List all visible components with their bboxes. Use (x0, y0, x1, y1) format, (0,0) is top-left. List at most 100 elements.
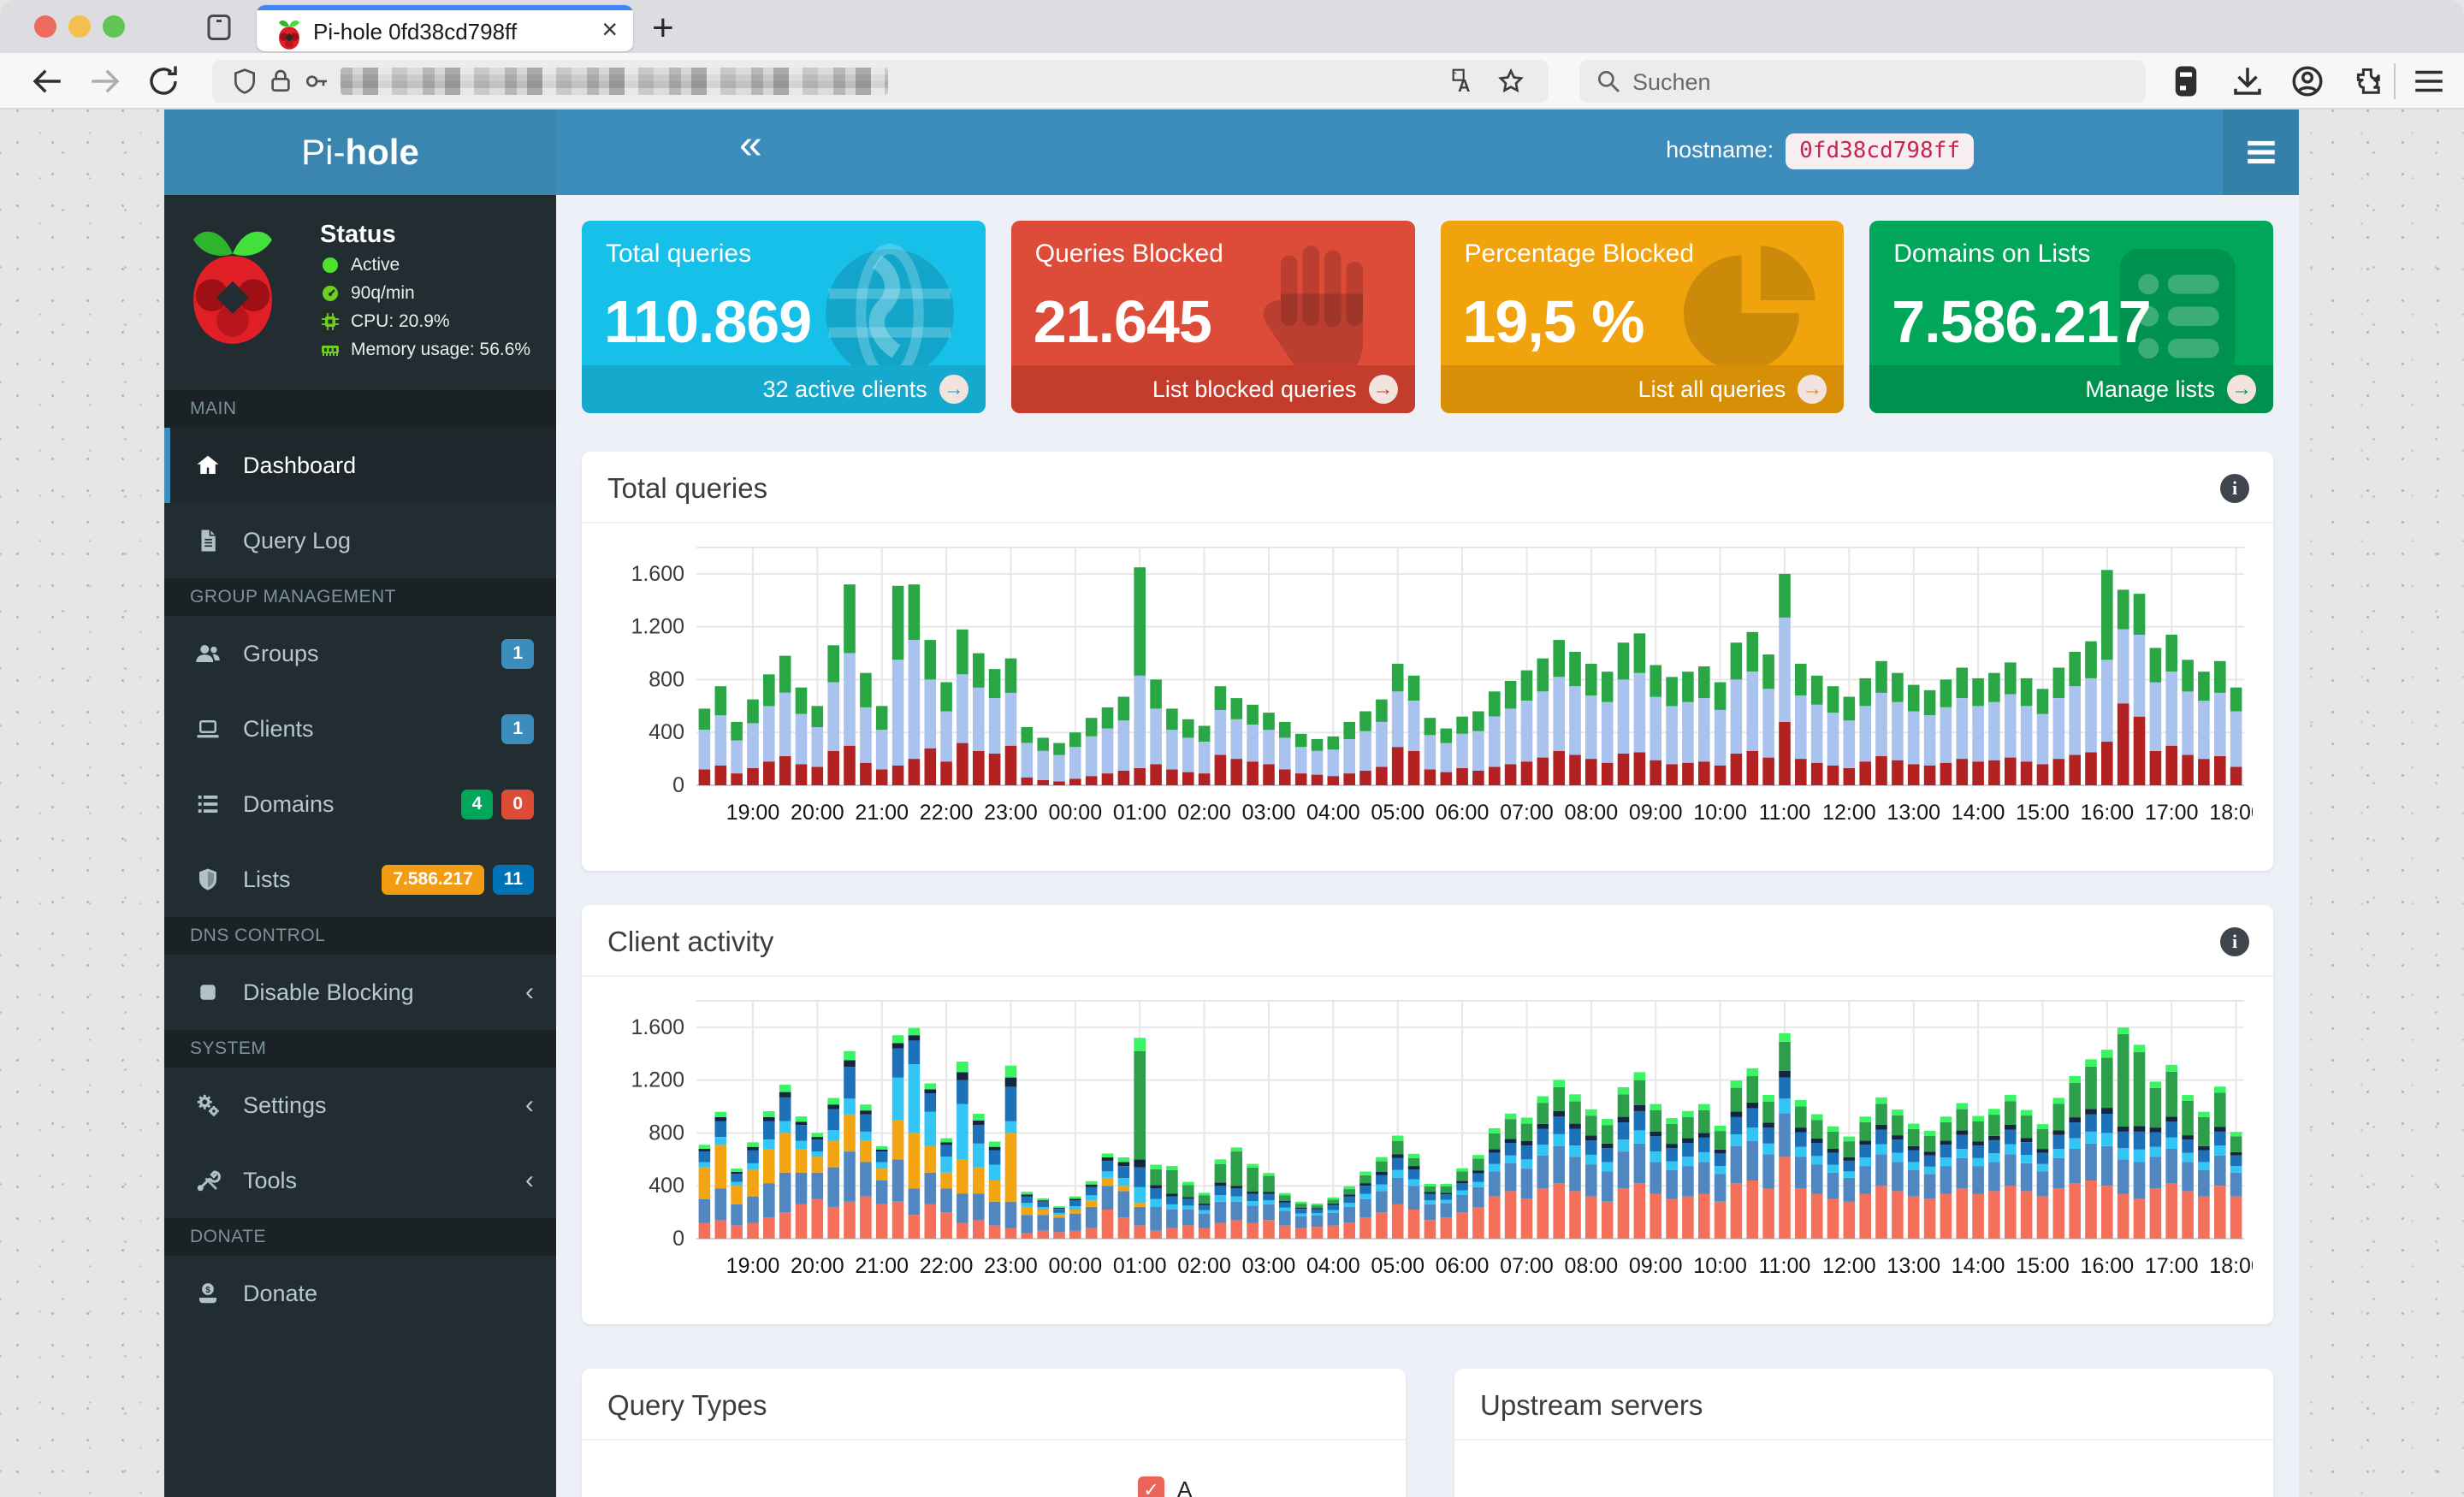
sidebar-item-groups[interactable]: Groups 1 (164, 616, 556, 691)
svg-text:11:00: 11:00 (1759, 1254, 1811, 1278)
tab-close-icon[interactable]: × (601, 14, 618, 45)
card-footer-link[interactable]: List blocked queries → (1010, 365, 1415, 413)
sidebar-item-label: Lists (243, 866, 291, 892)
status-row-active: Active (320, 255, 400, 275)
url-bar[interactable]: ` A (212, 60, 1549, 103)
sidebar-item-label: Settings (243, 1092, 327, 1118)
sidebar-item-settings[interactable]: Settings ‹ (164, 1068, 556, 1143)
sidebar-item-donate[interactable]: $ Donate (164, 1256, 556, 1331)
card-title: Percentage Blocked (1464, 240, 1695, 268)
info-icon[interactable]: i (2220, 927, 2249, 956)
status-label: 90q/min (351, 283, 415, 303)
app-menu-button[interactable] (2223, 109, 2299, 195)
card-title: Domains on Lists (1893, 240, 2091, 268)
panel-title: Total queries (607, 472, 768, 504)
svg-text:03:00: 03:00 (1242, 1254, 1296, 1278)
tab-title: Pi-hole 0fd38cd798ff (313, 19, 518, 44)
svg-text:14:00: 14:00 (1952, 1254, 2005, 1278)
sidebar-item-domains[interactable]: Domains 4 0 (164, 766, 556, 842)
reload-icon[interactable] (145, 63, 181, 99)
card-footer-label: List blocked queries (1152, 376, 1357, 402)
key-icon[interactable] (303, 68, 330, 95)
lock-icon[interactable] (267, 68, 294, 95)
card-total-queries: Total queries 110.869 32 active clients → (582, 221, 986, 413)
svg-text:12:00: 12:00 (1822, 801, 1876, 825)
translate-icon[interactable]: ` A (1451, 68, 1478, 96)
new-tab-button[interactable]: + (652, 7, 674, 50)
svg-text:09:00: 09:00 (1629, 801, 1683, 825)
downloads-icon[interactable] (2230, 63, 2266, 99)
status-label: Active (351, 255, 400, 275)
svg-text:16:00: 16:00 (2081, 801, 2135, 825)
client-activity-chart-area: 1.600 1.200 800 400 0 19:00 20:00 21:00 22:00 23:… (582, 977, 2273, 1292)
gears-icon (195, 1092, 221, 1118)
tracking-shield-icon[interactable] (231, 68, 258, 95)
sidebar-collapse-icon[interactable]: « (739, 121, 762, 169)
account-icon[interactable] (2289, 63, 2325, 99)
browser-tab[interactable]: Pi-hole 0fd38cd798ff × (257, 5, 633, 51)
card-footer-link[interactable]: Manage lists → (1869, 365, 2273, 413)
sidebar-nav: MAIN Dashboard Query Log GROUP MANAGEMENT Gr… (164, 390, 556, 1497)
close-window-button[interactable] (34, 15, 56, 38)
svg-text:05:00: 05:00 (1371, 801, 1424, 825)
toolbar-divider (2394, 63, 2396, 99)
shield-icon (195, 867, 221, 892)
legend-checkbox[interactable]: ✓ (1138, 1476, 1164, 1497)
search-field[interactable]: Suchen (1579, 60, 2146, 103)
panel-title: Client activity (607, 926, 774, 957)
brand-logo[interactable]: Pi-hole (164, 109, 556, 195)
svg-text:22:00: 22:00 (920, 1254, 974, 1278)
sidebar-item-query-log[interactable]: Query Log (164, 503, 556, 578)
forward-icon[interactable] (87, 63, 123, 99)
url-redacted (341, 68, 888, 95)
query-types-legend: ✓ A (1138, 1476, 1406, 1497)
sidebar-item-tools[interactable]: Tools ‹ (164, 1143, 556, 1218)
card-footer-link[interactable]: 32 active clients → (582, 365, 986, 413)
browser-chrome: Pi-hole 0fd38cd798ff × + ` A Suchen (0, 0, 2464, 109)
section-header-group-management: GROUP MANAGEMENT (164, 578, 556, 616)
main-content: Total queries 110.869 32 active clients → Qu… (556, 195, 2299, 1497)
svg-text:02:00: 02:00 (1177, 1254, 1231, 1278)
sidebar-item-label: Query Log (243, 527, 352, 553)
svg-text:13:00: 13:00 (1886, 1254, 1940, 1278)
card-queries-blocked: Queries Blocked 21.645 List blocked querie… (1010, 221, 1415, 413)
svg-text:23:00: 23:00 (984, 801, 1038, 825)
card-percentage-blocked: Percentage Blocked 19,5 % List all queries… (1440, 221, 1845, 413)
minimize-window-button[interactable] (68, 15, 91, 38)
desktop: Pi-hole 0fd38cd798ff × + ` A Suchen Pi- … (0, 0, 2464, 1497)
sidebar-item-disable-blocking[interactable]: Disable Blocking ‹ (164, 955, 556, 1030)
svg-text:18:00: 18:00 (2209, 1254, 2253, 1278)
svg-text:23:00: 23:00 (984, 1254, 1038, 1278)
hostname-label: hostname: (1666, 137, 1774, 163)
card-footer-link[interactable]: List all queries → (1440, 365, 1845, 413)
sidebar-item-dashboard[interactable]: Dashboard (164, 428, 556, 503)
section-header-dns-control: DNS CONTROL (164, 917, 556, 955)
sidebar-item-clients[interactable]: Clients 1 (164, 691, 556, 766)
section-header-main: MAIN (164, 390, 556, 428)
brand-bold: hole (345, 132, 419, 172)
svg-text:01:00: 01:00 (1113, 801, 1167, 825)
firefox-view-icon[interactable] (204, 12, 234, 43)
svg-text:08:00: 08:00 (1565, 1254, 1619, 1278)
bookmark-star-icon[interactable] (1497, 68, 1525, 95)
sidebar-item-label: Tools (243, 1167, 298, 1193)
menu-hamburger-icon[interactable] (2411, 63, 2447, 99)
info-icon[interactable]: i (2220, 474, 2249, 503)
svg-text:22:00: 22:00 (920, 801, 974, 825)
sidebar-item-lists[interactable]: Lists 7.586.217 11 (164, 842, 556, 917)
svg-text:10:00: 10:00 (1693, 1254, 1747, 1278)
svg-text:15:00: 15:00 (2016, 1254, 2070, 1278)
card-value: 7.586.217 (1892, 288, 2151, 355)
sidebar-item-label: Donate (243, 1280, 318, 1306)
svg-text:09:00: 09:00 (1629, 1254, 1683, 1278)
legend-label[interactable]: A (1177, 1476, 1192, 1497)
memory-icon (320, 340, 341, 360)
svg-text:06:00: 06:00 (1436, 1254, 1490, 1278)
svg-text:800: 800 (649, 1121, 684, 1145)
back-icon[interactable] (29, 63, 65, 99)
zoom-window-button[interactable] (103, 15, 125, 38)
svg-text:10:00: 10:00 (1693, 801, 1747, 825)
active-tab-accent (257, 5, 633, 10)
extensions-puzzle-icon[interactable] (2349, 63, 2385, 99)
extension-icon[interactable] (2168, 63, 2204, 99)
